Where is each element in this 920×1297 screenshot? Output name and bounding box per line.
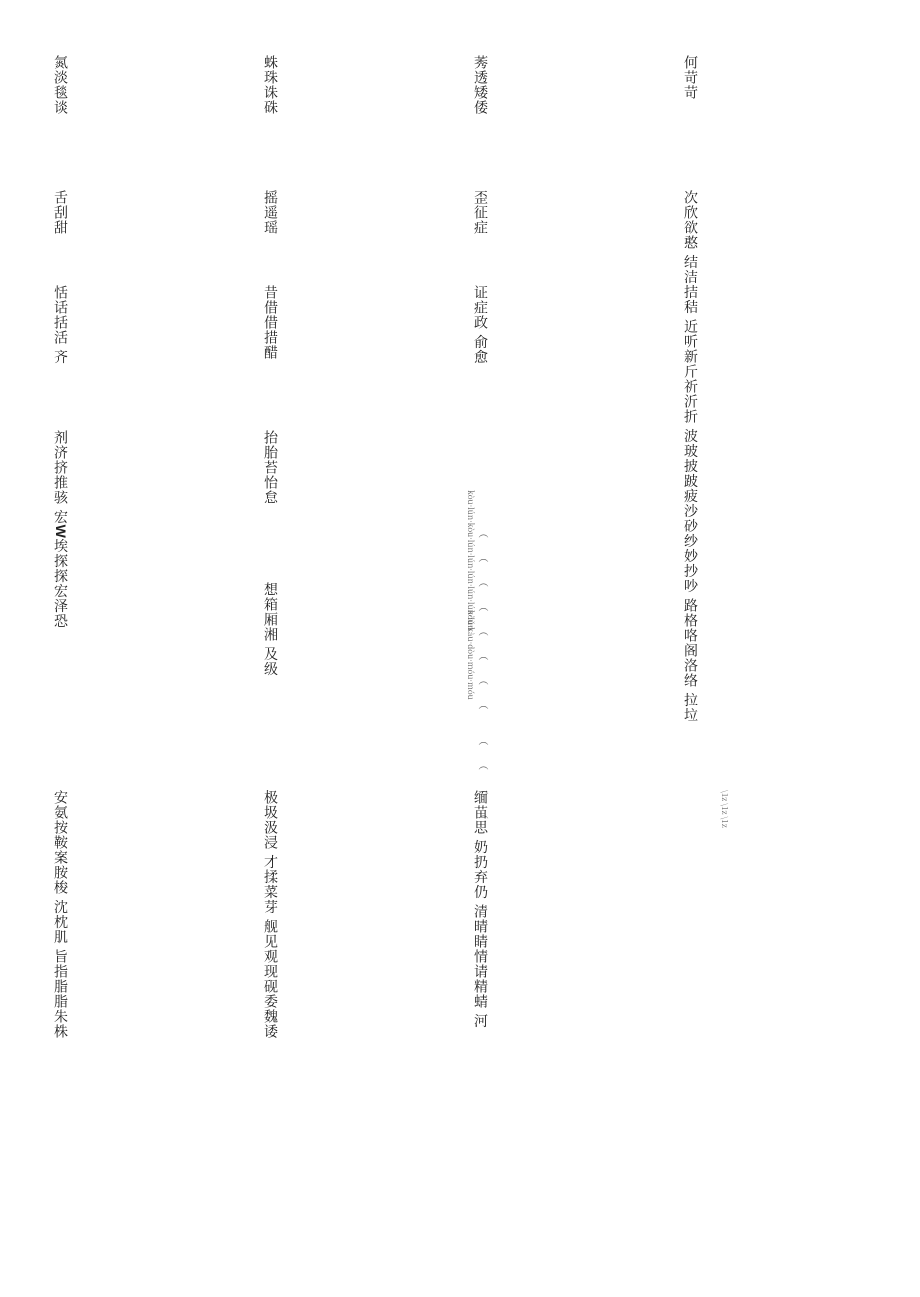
col4-line2: 安氨按鞍案胺梭 沈枕肌 旨指脂脂朱株: [50, 790, 70, 1039]
col1-heading: 何苛苛: [680, 55, 700, 100]
col3-seg-a: 摇遥瑶: [260, 190, 280, 235]
col3-seg-c: 抬胎苔怡怠: [260, 430, 280, 505]
col3-seg-d: 想箱厢湘 及级: [260, 582, 280, 677]
header-annotation: \1z \1z \1z: [719, 790, 730, 828]
col4-seg-b: 恬话括活 齐: [50, 285, 70, 365]
col4-c-post: 埃探探宏泽恐: [51, 539, 71, 629]
col4-seg-a: 舌刮甜: [50, 190, 70, 235]
col4-c-pre: 剂济挤推骇 宏: [51, 430, 71, 525]
document-page: { "header_right": "\\1z \\1z \\1z", "col…: [0, 0, 920, 1297]
col2-seg-a: 歪征症: [470, 190, 490, 235]
col2-line2: 缅苗思 奶扔弃仍 清晴睛情请精蜻 河: [470, 790, 490, 1029]
col3-line2: 极圾汲浸 才揉菜芽 舰见观现砚委魏诿: [260, 790, 280, 1039]
col3-seg-b: 昔借借措醋: [260, 285, 280, 360]
col2-seg-b: 证症政 俞愈: [470, 285, 490, 365]
col4-seg-c: 剂济挤推骇 宏W埃探探宏泽恐: [50, 430, 70, 629]
col2-heading: 莠透矮倭: [470, 55, 490, 115]
col3-heading: 蛛珠诛硃: [260, 55, 280, 115]
letter-w: W: [53, 525, 69, 539]
col2-ruby2: kòu·kàu·dòu·móu·móu: [465, 610, 476, 700]
col1-line1: 次欣欲憨 结洁拮秸 近听新斤祈沂折 波玻披跛疲沙砂纱妙抄吵 路格咯阁洛络 拉垃: [680, 190, 700, 723]
col4-heading: 氮淡毯谈: [50, 55, 70, 115]
col2-parens: （ （ （ （ （ （ （ （ （ （ （ （: [476, 528, 490, 825]
